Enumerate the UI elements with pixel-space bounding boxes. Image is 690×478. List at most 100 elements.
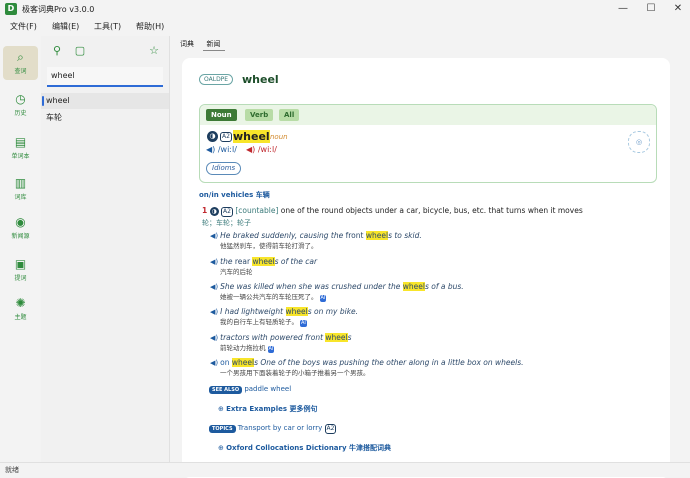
rail-item-lookup[interactable]: ⌕ 查词 (3, 46, 38, 80)
example: ◀) He braked suddenly, causing the front … (210, 231, 422, 251)
idioms-button[interactable]: Idioms (206, 162, 242, 175)
pos-tab-noun[interactable]: Noun (206, 109, 237, 121)
menu-help[interactable]: 帮助(H) (136, 21, 164, 32)
tab-dictionary[interactable]: 词典 (176, 38, 198, 50)
sense-number: 1 (202, 206, 208, 215)
rail-label: 词库 (14, 194, 27, 201)
definition: 1 ◑ A2 [countable] one of the round obje… (202, 205, 652, 229)
example: ◀) I had lightweight wheels on my bike. 我… (210, 307, 358, 327)
pos-tabs: Noun Verb All (200, 105, 656, 125)
rail-label: 查词 (14, 68, 27, 75)
close-icon[interactable]: ✕ (671, 3, 685, 15)
speaker-icon[interactable]: ◀) (210, 334, 218, 342)
example-text: the rear wheels of the car (220, 257, 318, 266)
example-zh: 她被一辆公共汽车的车轮压死了。 (220, 293, 318, 301)
grammar-label: [countable] (235, 206, 279, 215)
see-also: SEE ALSO paddle wheel (209, 385, 291, 394)
pron-uk-text: /wiːl/ (217, 145, 237, 154)
search-box (47, 67, 163, 87)
list-item[interactable]: wheel (41, 93, 169, 109)
entry-box: Noun Verb All ◑ A2 wheel noun ◀) /wiːl/ … (199, 104, 657, 183)
level-badge: A2 (220, 132, 232, 142)
rail-label: 新闻源 (11, 233, 30, 240)
pos-tab-all[interactable]: All (279, 109, 300, 121)
search-input[interactable] (47, 67, 163, 83)
star-icon[interactable]: ☆ (145, 42, 163, 60)
clipboard-icon[interactable]: ▢ (71, 42, 89, 60)
example-text: tractors with powered front wheels (220, 333, 352, 342)
maximize-icon[interactable]: ☐ (644, 3, 658, 15)
pin-icon[interactable]: ⚲ (48, 42, 66, 60)
rail-label: 历史 (14, 110, 27, 117)
example-zh: 我的自行车上有轻质轮子。 (220, 318, 298, 326)
example-text: She was killed when she was crushed unde… (220, 282, 464, 291)
extra-examples[interactable]: ⊕ Extra Examples 更多例句 (218, 404, 317, 414)
pron-uk[interactable]: ◀) /wiːl/ (206, 145, 237, 154)
example: ◀) She was killed when she was crushed un… (210, 282, 464, 302)
palette-icon: ✺ (15, 296, 26, 310)
speaker-icon[interactable]: ◀) (210, 232, 218, 240)
word-list-pane: ⚲ ▢ ☆ wheel 车轮 (41, 36, 170, 462)
topics-link[interactable]: Transport by car or lorry (238, 424, 323, 432)
notebook-icon: ▤ (14, 135, 27, 149)
search-icon: ⌕ (17, 50, 24, 64)
see-also-tag: SEE ALSO (209, 386, 243, 394)
example-zh: 汽车的后轮 (220, 268, 253, 276)
pron-us-text: /wiːl/ (257, 145, 277, 154)
app-logo-icon: D (5, 3, 17, 15)
oxford-3000-icon: ◑ (209, 207, 219, 216)
rail-label: 主题 (14, 314, 27, 321)
entry-headword: wheel (242, 73, 279, 86)
status-text: 就绪 (5, 466, 19, 474)
menu-tools[interactable]: 工具(T) (94, 21, 121, 32)
entry-hw: wheel (233, 130, 270, 143)
example-text: on wheels One of the boys was pushing th… (220, 358, 524, 367)
rail-item-prompt[interactable]: ▣ 提词 (3, 253, 38, 287)
level-badge: A2 (221, 207, 233, 217)
menu-bar: 文件(F) 编辑(E) 工具(T) 帮助(H) (0, 18, 690, 34)
see-also-link[interactable]: paddle wheel (244, 385, 291, 393)
rail-item-history[interactable]: ◷ 历史 (3, 88, 38, 122)
example-zh: 他猛然刹车，使得前车轮打滑了。 (220, 242, 318, 250)
main-pane: 词典 新闻 OALDPE wheel Noun Verb All ◑ A2 wh… (170, 36, 690, 478)
rail-item-notebook[interactable]: ▤ 单词本 (3, 131, 38, 165)
menu-file[interactable]: 文件(F) (10, 21, 37, 32)
oxford-3000-icon: ◑ (207, 131, 218, 142)
menu-edit[interactable]: 编辑(E) (52, 21, 79, 32)
book-icon: ▥ (14, 176, 27, 190)
rail-item-theme[interactable]: ✺ 主题 (3, 292, 38, 326)
pron-us[interactable]: ◀) /wiːl/ (246, 145, 277, 154)
sense-heading: on/in vehicles 车辆 (199, 191, 270, 199)
example: ◀) the rear wheels of the car 汽车的后轮 (210, 257, 317, 277)
nav-rail: ⌕ 查词 ◷ 历史 ▤ 单词本 ▥ 词库 ◉ 新闻源 ▣ 提词 ✺ 主题 (0, 36, 41, 462)
expand-icon: ⊕ (218, 444, 224, 452)
collocations-label: Oxford Collocations Dictionary 牛津搭配词典 (226, 444, 391, 452)
example: ◀) tractors with powered front wheels 前轮动… (210, 333, 352, 353)
rail-item-news[interactable]: ◉ 新闻源 (3, 211, 38, 245)
title-bar: D 极客词典Pro v3.0.0 — ☐ ✕ (0, 0, 690, 18)
collocations[interactable]: ⊕ Oxford Collocations Dictionary 牛津搭配词典 (218, 443, 391, 453)
definition-zh: 轮；车轮；轮子 (202, 219, 251, 227)
level-badge: A2 (324, 424, 337, 434)
part-of-speech: noun (270, 133, 288, 141)
speaker-icon[interactable]: ◀) (210, 308, 218, 316)
speaker-icon[interactable]: ◀) (210, 258, 218, 266)
rail-label: 提词 (14, 275, 27, 282)
chat-icon: ▣ (14, 257, 27, 271)
rss-icon: ◉ (15, 215, 26, 229)
rail-item-wordbank[interactable]: ▥ 词库 (3, 172, 38, 206)
dict-badge[interactable]: OALDPE (199, 74, 234, 85)
tab-news[interactable]: 新闻 (202, 38, 225, 51)
speaker-icon: ◀) (246, 145, 256, 154)
definition-text: one of the round objects under a car, bi… (280, 206, 583, 215)
speaker-icon[interactable]: ◀) (210, 359, 218, 367)
example-text: He braked suddenly, causing the front wh… (220, 231, 422, 240)
minimize-icon[interactable]: — (616, 3, 630, 15)
tab-bar: 词典 新闻 (176, 38, 227, 51)
list-item[interactable]: 车轮 (41, 110, 169, 126)
ai-badge: AI (300, 320, 307, 327)
pos-tab-verb[interactable]: Verb (245, 109, 274, 121)
rail-label: 单词本 (11, 153, 30, 160)
speaker-icon[interactable]: ◀) (210, 283, 218, 291)
entry-card: OALDPE wheel Noun Verb All ◑ A2 wheel no… (182, 58, 670, 478)
